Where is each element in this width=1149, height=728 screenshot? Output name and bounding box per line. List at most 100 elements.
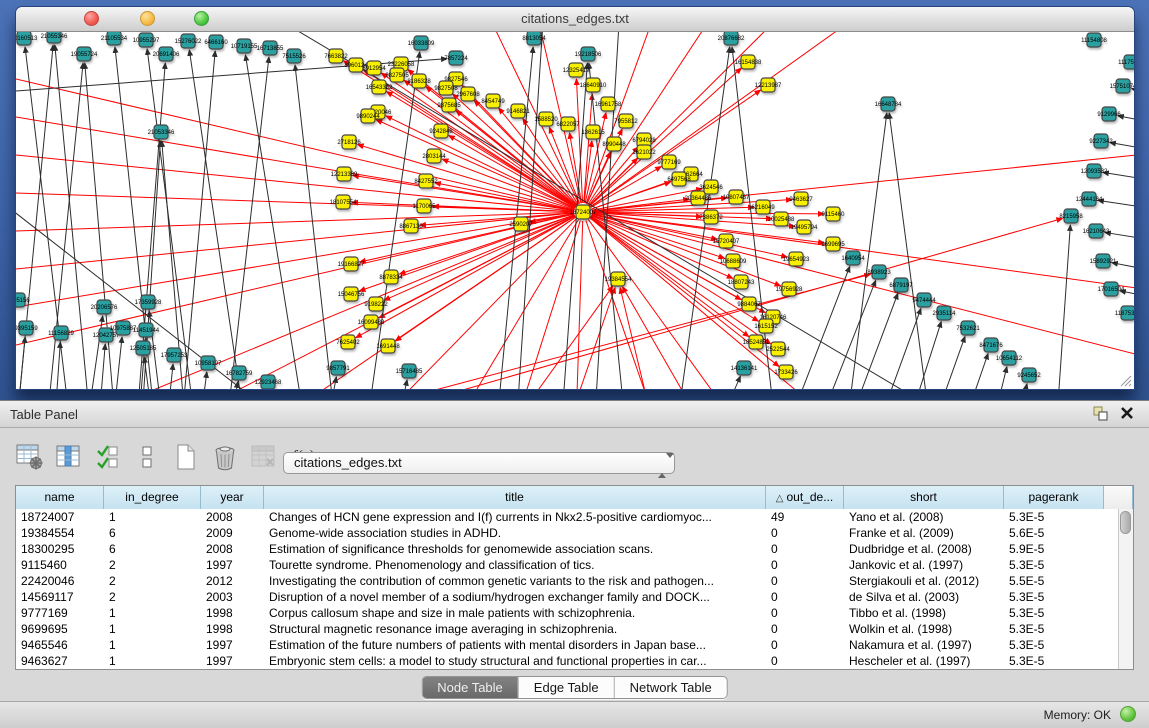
graph-node[interactable]: 1621022 — [632, 145, 656, 159]
graph-node[interactable]: 6879197 — [889, 278, 913, 292]
graph-node[interactable]: 20160513 — [16, 32, 38, 45]
graph-node[interactable]: 16033809 — [408, 36, 435, 50]
graph-node[interactable]: 11875334 — [1115, 306, 1134, 320]
close-panel-icon[interactable] — [1120, 406, 1134, 425]
resize-grip-icon[interactable] — [1118, 373, 1132, 387]
graph-node[interactable]: 1640954 — [841, 251, 865, 265]
tab-edge-table[interactable]: Edge Table — [519, 677, 615, 698]
row-height-button[interactable] — [131, 441, 163, 473]
table-selector-dropdown[interactable]: citations_edges.txt — [283, 452, 675, 474]
graph-node[interactable]: 15046756 — [338, 287, 365, 301]
graph-node[interactable]: 16543382 — [366, 80, 393, 94]
column-header-short[interactable]: short — [844, 486, 1004, 509]
show-columns-button[interactable] — [53, 441, 85, 473]
graph-node[interactable]: 2967608 — [456, 87, 480, 101]
column-header-out_de[interactable]: △out_de... — [766, 486, 844, 509]
scrollbar-thumb[interactable] — [1120, 511, 1131, 534]
graph-node[interactable]: 15892921 — [1090, 254, 1117, 268]
graph-node[interactable]: 21105534 — [101, 32, 128, 45]
column-header-in_degree[interactable]: in_degree — [104, 486, 201, 509]
graph-node[interactable]: 11154808 — [1081, 33, 1107, 47]
table-row[interactable]: 946362711997Embryonic stem cells: a mode… — [16, 653, 1118, 669]
graph-node[interactable]: 8215958 — [1059, 209, 1083, 223]
table-row[interactable]: 1872400712008Changes of HCN gene express… — [16, 509, 1118, 525]
graph-node[interactable]: 7857224 — [444, 51, 468, 65]
table-row[interactable]: 1830029562008Estimation of significance … — [16, 541, 1118, 557]
graph-node[interactable]: 20691406 — [153, 47, 180, 61]
graph-node[interactable]: 16713855 — [257, 41, 284, 55]
graph-node[interactable]: 8813054 — [522, 32, 546, 45]
graph-node[interactable]: 1170065 — [413, 199, 437, 213]
float-panel-icon[interactable] — [1093, 406, 1109, 426]
graph-node[interactable]: 17359928 — [135, 295, 162, 309]
table-row[interactable]: 911546021997Tourette syndrome. Phenomeno… — [16, 557, 1118, 573]
graph-node[interactable]: 7515526 — [282, 49, 306, 63]
graph-node[interactable]: 18640910 — [580, 78, 607, 92]
graph-node[interactable]: 12213389 — [331, 167, 358, 181]
graph-node[interactable]: 12923468 — [255, 375, 282, 389]
graph-node[interactable]: 9227342 — [1089, 134, 1113, 148]
graph-node[interactable]: 2803144 — [422, 149, 446, 163]
graph-node[interactable]: 10654112 — [996, 351, 1023, 365]
citation-network-graph[interactable]: 2016051321055346190557242110553410955297… — [16, 32, 1134, 389]
select-columns-button[interactable] — [92, 441, 124, 473]
graph-node[interactable]: 2522544 — [766, 342, 790, 356]
graph-node[interactable]: 11451944 — [133, 323, 160, 337]
window-titlebar[interactable]: citations_edges.txt — [16, 7, 1134, 32]
graph-node[interactable]: 12325419 — [563, 63, 590, 77]
graph-node[interactable]: 9857791 — [326, 361, 350, 375]
graph-node[interactable]: 15716485 — [396, 364, 423, 378]
graph-node[interactable]: 18107554 — [330, 195, 357, 209]
graph-node[interactable]: 8938923 — [867, 265, 891, 279]
delete-column-button[interactable] — [209, 441, 241, 473]
graph-node[interactable]: 1733426 — [774, 365, 798, 379]
table-row[interactable]: 2242004622012Investigating the contribut… — [16, 573, 1118, 589]
graph-node[interactable]: 1362615 — [581, 125, 605, 139]
table-row[interactable]: 1456911722003Disruption of a novel membe… — [16, 589, 1118, 605]
graph-node[interactable]: 8454749 — [481, 94, 505, 108]
graph-node[interactable]: 7663822 — [324, 49, 348, 63]
graph-node[interactable]: 12093582 — [1081, 164, 1108, 178]
create-column-button[interactable] — [170, 441, 202, 473]
column-header-year[interactable]: year — [201, 486, 264, 509]
graph-node[interactable]: 8878334 — [379, 270, 403, 284]
graph-node[interactable]: 19495794 — [791, 220, 818, 234]
graph-node[interactable]: 8867130 — [399, 219, 423, 233]
graph-node[interactable]: 20876682 — [718, 32, 745, 45]
graph-node[interactable]: 6822057 — [556, 117, 580, 131]
graph-node[interactable]: 16210643 — [1083, 224, 1110, 238]
graph-node[interactable]: 15751074 — [1110, 79, 1134, 93]
column-header-title[interactable]: title — [264, 486, 766, 509]
column-header-pagerank[interactable]: pagerank — [1004, 486, 1104, 509]
graph-node[interactable]: 6466160 — [204, 35, 228, 49]
graph-node[interactable]: 16782759 — [226, 366, 253, 380]
graph-node[interactable]: 17957253 — [161, 348, 188, 362]
graph-node[interactable]: 11175108 — [1118, 55, 1134, 69]
graph-node[interactable]: 1588520 — [534, 112, 558, 126]
tab-network-table[interactable]: Network Table — [615, 677, 727, 698]
graph-node[interactable]: 10958107 — [195, 356, 222, 370]
graph-node[interactable]: 2935114 — [933, 306, 957, 320]
graph-node[interactable]: 19654923 — [783, 252, 810, 266]
graph-node[interactable]: 9474444 — [912, 293, 936, 307]
graph-node[interactable]: 16961758 — [595, 97, 622, 111]
table-row[interactable]: 969969511998Structural magnetic resonanc… — [16, 621, 1118, 637]
column-header-name[interactable]: name — [16, 486, 104, 509]
tab-node-table[interactable]: Node Table — [422, 677, 519, 698]
graph-node[interactable]: 12213987 — [755, 78, 782, 92]
graph-node[interactable]: 20206576 — [91, 300, 118, 314]
table-row[interactable]: 977716911998Corpus callosum shape and si… — [16, 605, 1118, 621]
graph-node[interactable]: 11156829 — [48, 326, 74, 340]
graph-node[interactable]: 18807243 — [728, 275, 755, 289]
table-row[interactable]: 1938455462009Genome-wide association stu… — [16, 525, 1118, 541]
graph-node[interactable]: 9115460 — [822, 207, 846, 221]
graph-node[interactable]: 2718126 — [337, 135, 361, 149]
graph-node[interactable]: 21053346 — [148, 125, 175, 139]
graph-node[interactable]: 16648784 — [875, 97, 902, 111]
graph-node[interactable]: 9699695 — [821, 237, 845, 251]
graph-node[interactable]: 9245652 — [1017, 368, 1041, 382]
graph-node[interactable]: 19055724 — [71, 47, 98, 61]
table-scrollbar[interactable] — [1118, 509, 1133, 669]
graph-node[interactable]: 12444164 — [1076, 192, 1103, 206]
table-row[interactable]: 946554611997Estimation of the future num… — [16, 637, 1118, 653]
